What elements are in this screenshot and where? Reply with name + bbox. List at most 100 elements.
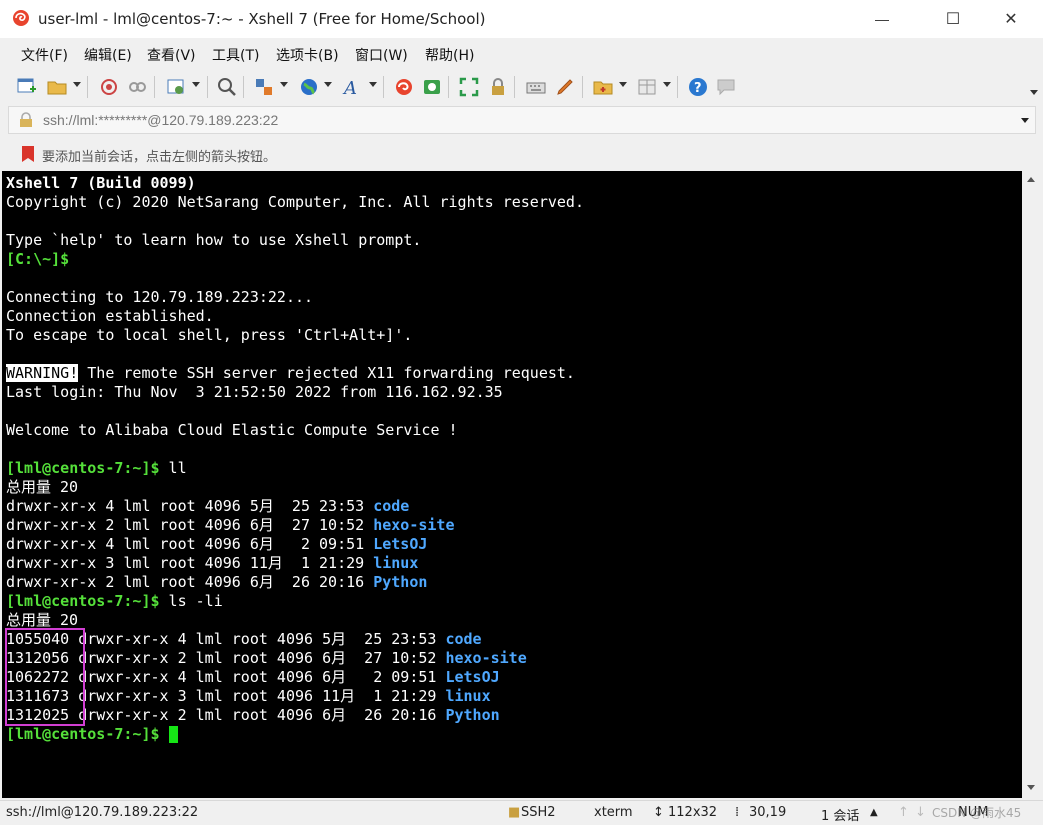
warning-line: WARNING! The remote SSH server rejected … bbox=[6, 364, 575, 383]
terminal-scrollbar[interactable] bbox=[1022, 171, 1041, 798]
toolbar-divider bbox=[383, 76, 384, 98]
file-meta: drwxr-xr-x 4 lml root 4096 6月 2 09:51 bbox=[69, 668, 446, 686]
file-meta: drwxr-xr-x 2 lml root 4096 6月 26 20:16 bbox=[69, 706, 446, 724]
status-terminal-size: 112x32 bbox=[668, 805, 718, 820]
dir-name: code bbox=[445, 630, 482, 648]
cursor-pos-icon: ⁞ bbox=[735, 805, 740, 820]
chevron-down-icon[interactable] bbox=[619, 82, 627, 87]
menu-help[interactable]: 帮助(H) bbox=[425, 45, 474, 65]
command-line: [lml@centos-7:~]$ bbox=[6, 725, 178, 744]
address-bar[interactable]: ssh://lml:*********@120.79.189.223:22 bbox=[8, 106, 1036, 134]
terminal-line: Type `help' to learn how to use Xshell p… bbox=[6, 231, 422, 249]
address-input[interactable]: ssh://lml:*********@120.79.189.223:22 bbox=[43, 112, 278, 128]
sessions-up-icon[interactable]: ▲ bbox=[870, 807, 878, 818]
lock-icon bbox=[20, 112, 32, 127]
toolbar-divider bbox=[448, 76, 449, 98]
warning-text: The remote SSH server rejected X11 forwa… bbox=[78, 364, 575, 382]
menu-bar: 文件(F) 编辑(E) 查看(V) 工具(T) 选项卡(B) 窗口(W) 帮助(… bbox=[0, 40, 1043, 68]
minimize-icon: — bbox=[875, 11, 889, 27]
status-cursor-position: 30,19 bbox=[749, 805, 787, 820]
shell-prompt: [lml@centos-7:~]$ bbox=[6, 592, 160, 610]
chevron-down-icon[interactable] bbox=[280, 82, 288, 87]
session-hint-bar: 要添加当前会话，点击左侧的箭头按钮。 bbox=[0, 140, 1043, 168]
window-title: user-lml - lml@centos-7:~ - Xshell 7 (Fr… bbox=[38, 10, 486, 28]
command-line: [lml@centos-7:~]$ ll bbox=[6, 459, 187, 478]
xshell-icon[interactable] bbox=[393, 76, 415, 98]
svg-text:?: ? bbox=[694, 81, 702, 96]
properties-icon[interactable] bbox=[165, 76, 187, 98]
keyboard-icon[interactable] bbox=[525, 76, 547, 98]
terminal-line: Copyright (c) 2020 NetSarang Computer, I… bbox=[6, 193, 584, 211]
arrow-down-icon[interactable]: ↓ bbox=[915, 805, 926, 820]
toolbar-divider bbox=[243, 76, 244, 98]
command-text: ll bbox=[159, 459, 187, 477]
local-prompt: [C:\~]$ bbox=[6, 250, 70, 268]
new-session-icon[interactable] bbox=[16, 76, 38, 98]
scroll-down-icon[interactable] bbox=[1027, 785, 1035, 790]
arrow-up-icon[interactable]: ↑ bbox=[898, 805, 909, 820]
close-button[interactable]: ✕ bbox=[988, 0, 1034, 38]
status-bar: ssh://lml@120.79.189.223:22 ■ SSH2 xterm… bbox=[0, 800, 1043, 825]
add-folder-icon[interactable] bbox=[592, 76, 614, 98]
list-item: drwxr-xr-x 4 lml root 4096 5月 25 23:53 c… bbox=[6, 497, 409, 516]
chevron-down-icon[interactable] bbox=[192, 82, 200, 87]
file-meta: drwxr-xr-x 2 lml root 4096 6月 26 20:16 bbox=[6, 573, 374, 591]
pen-icon[interactable] bbox=[554, 76, 576, 98]
status-protocol: SSH2 bbox=[521, 805, 556, 820]
dir-name: Python bbox=[373, 573, 428, 591]
menu-tabs[interactable]: 选项卡(B) bbox=[276, 45, 339, 65]
terminal-cursor bbox=[168, 726, 178, 743]
lock-icon[interactable] bbox=[487, 76, 509, 98]
command-text: ls -li bbox=[159, 592, 223, 610]
font-icon[interactable]: A bbox=[341, 76, 363, 98]
chevron-down-icon[interactable] bbox=[1030, 90, 1038, 95]
terminal-line: Connection established. bbox=[6, 307, 214, 325]
terminal-line: Last login: Thu Nov 3 21:52:50 2022 from… bbox=[6, 383, 503, 401]
toolbar-divider bbox=[677, 76, 678, 98]
dir-name: linux bbox=[445, 687, 491, 705]
fullscreen-icon[interactable] bbox=[458, 76, 480, 98]
file-meta: drwxr-xr-x 4 lml root 4096 5月 25 23:53 bbox=[6, 497, 374, 515]
chevron-down-icon[interactable] bbox=[663, 82, 671, 87]
toolbar: A ? bbox=[0, 70, 1043, 102]
xshell-logo-icon bbox=[13, 10, 29, 26]
menu-window[interactable]: 窗口(W) bbox=[355, 45, 408, 65]
dir-name: linux bbox=[373, 554, 419, 572]
list-item: drwxr-xr-x 3 lml root 4096 11月 1 21:29 l… bbox=[6, 554, 418, 573]
menu-edit[interactable]: 编辑(E) bbox=[84, 45, 132, 65]
disconnect-icon[interactable] bbox=[126, 76, 148, 98]
toolbar-divider bbox=[582, 76, 583, 98]
toolbar-divider bbox=[207, 76, 208, 98]
chat-icon[interactable] bbox=[715, 76, 737, 98]
bookmark-arrow-icon[interactable] bbox=[20, 145, 36, 163]
chevron-down-icon[interactable] bbox=[369, 82, 377, 87]
minimize-button[interactable]: — bbox=[859, 0, 905, 38]
search-icon[interactable] bbox=[216, 76, 238, 98]
menu-file[interactable]: 文件(F) bbox=[21, 45, 68, 65]
file-meta: drwxr-xr-x 2 lml root 4096 6月 27 10:52 bbox=[69, 649, 446, 667]
inode-highlight-box bbox=[5, 628, 85, 726]
terminal-line: Welcome to Alibaba Cloud Elastic Compute… bbox=[6, 421, 458, 439]
chevron-down-icon[interactable] bbox=[73, 82, 81, 87]
terminal-line: Connecting to 120.79.189.223:22... bbox=[6, 288, 314, 306]
tile-icon[interactable] bbox=[636, 76, 658, 98]
layout-icon[interactable] bbox=[253, 76, 275, 98]
chevron-down-icon[interactable] bbox=[1021, 118, 1029, 123]
file-meta: drwxr-xr-x 3 lml root 4096 11月 1 21:29 bbox=[6, 554, 374, 572]
chevron-down-icon[interactable] bbox=[324, 82, 332, 87]
xftp-icon[interactable] bbox=[421, 76, 443, 98]
help-icon[interactable]: ? bbox=[687, 76, 709, 98]
globe-icon[interactable] bbox=[298, 76, 320, 98]
open-folder-icon[interactable] bbox=[46, 76, 68, 98]
command-line: [lml@centos-7:~]$ ls -li bbox=[6, 592, 223, 611]
dir-name: code bbox=[373, 497, 410, 515]
scroll-up-icon[interactable] bbox=[1027, 177, 1035, 182]
connect-icon[interactable] bbox=[98, 76, 120, 98]
ssh-lock-icon: ■ bbox=[508, 805, 521, 820]
dir-name: Python bbox=[445, 706, 500, 724]
menu-tools[interactable]: 工具(T) bbox=[212, 45, 259, 65]
terminal-output[interactable]: Xshell 7 (Build 0099) Copyright (c) 2020… bbox=[2, 171, 1022, 798]
menu-view[interactable]: 查看(V) bbox=[147, 45, 196, 65]
shell-prompt: [lml@centos-7:~]$ bbox=[6, 725, 169, 743]
maximize-button[interactable]: ☐ bbox=[930, 0, 976, 38]
